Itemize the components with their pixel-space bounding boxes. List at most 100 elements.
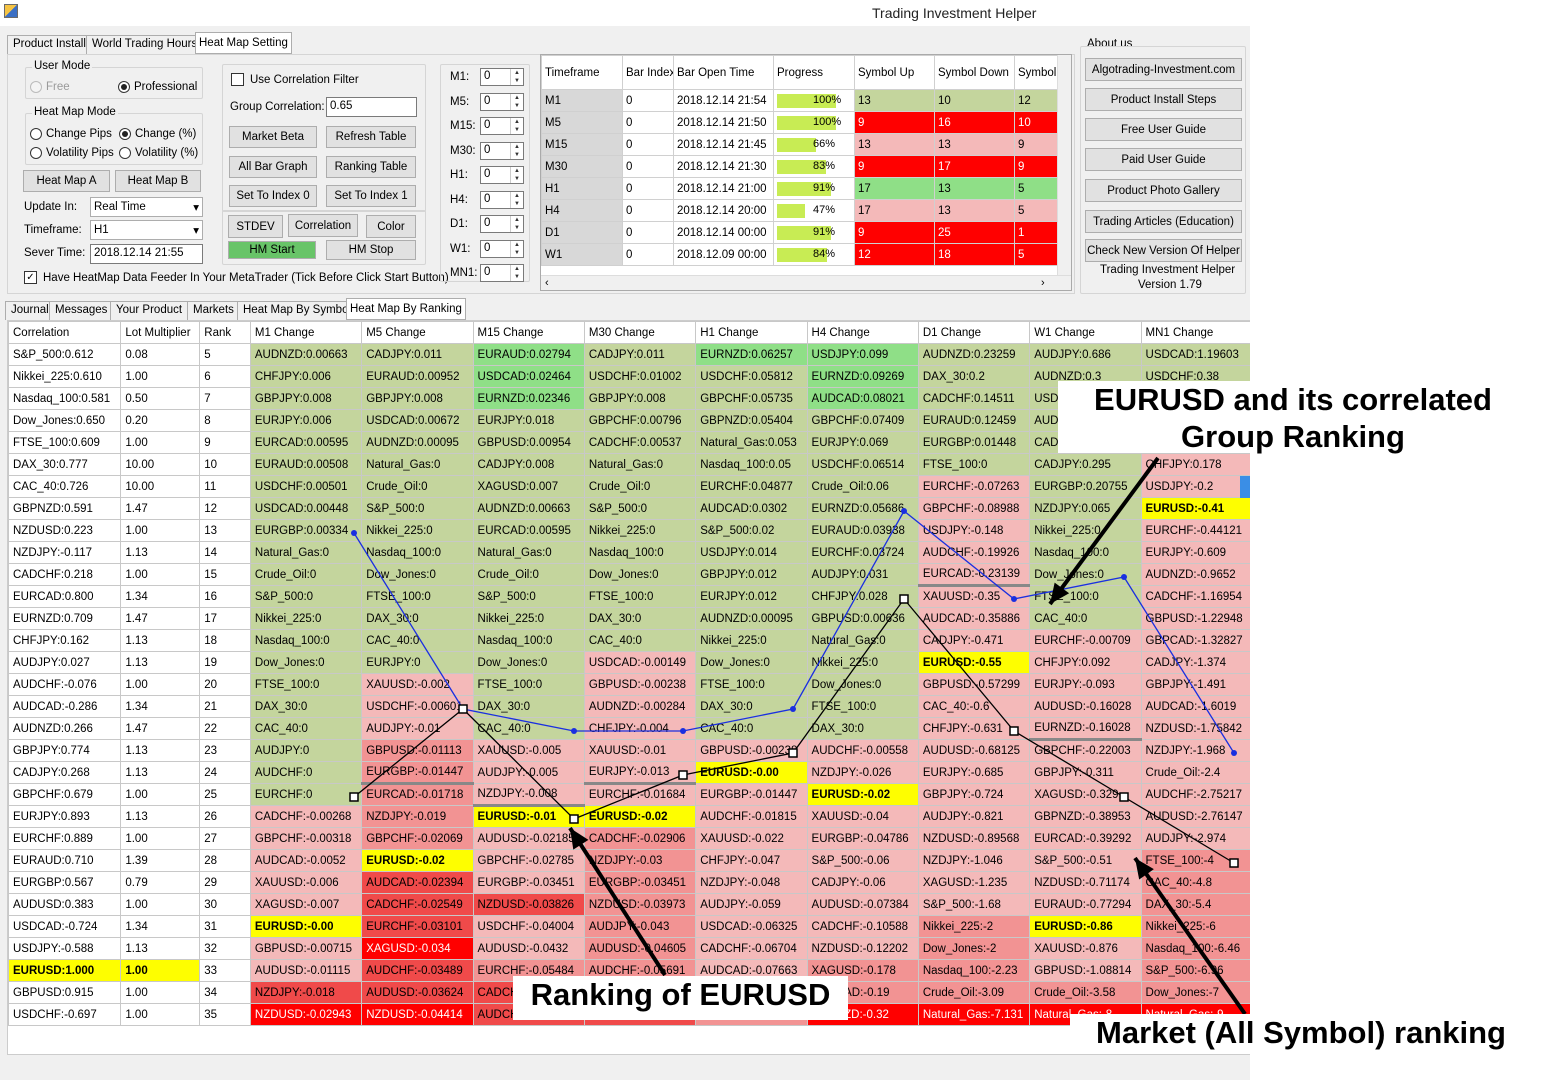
ranking-row[interactable]: CHFJPY:0.162 1.13 18 Nasdaq_100:0 CAC_40:0 Na… — [7, 629, 1250, 652]
tf-row[interactable]: H1 0 2018.12.14 21:00 91% 17 13 5 — [541, 177, 1058, 200]
ranking-row[interactable]: CAC_40:0.726 10.00 11 USDCHF:0.00501 Crude_O… — [7, 475, 1250, 498]
index-spinner[interactable]: 0 ▲ ▼ — [480, 239, 524, 258]
spinner-arrows-icon[interactable]: ▲ ▼ — [510, 93, 523, 110]
ranking-row[interactable]: AUDUSD:0.383 1.00 30 XAGUSD:-0.007 CADCHF:-0… — [7, 893, 1250, 916]
scroll-left-icon[interactable]: ‹ — [545, 277, 549, 289]
grid-header[interactable]: Rank — [199, 321, 251, 344]
ranking-row[interactable]: GBPCHF:0.679 1.00 25 EURCHF:0 EURCAD:-0.0171… — [7, 783, 1250, 807]
grid-scroll-marker[interactable] — [1240, 476, 1250, 498]
tf-header[interactable]: Progress — [773, 55, 855, 90]
tf-header[interactable]: Symbol Up — [854, 55, 935, 90]
spinner-arrows-icon[interactable]: ▲ ▼ — [510, 265, 523, 281]
ranking-row[interactable]: USDCAD:-0.724 1.34 31 EURUSD:-0.00 EURCHF:-0… — [7, 915, 1250, 938]
change-pips-radio[interactable]: Change Pips — [30, 128, 112, 140]
ranking-row[interactable]: GBPNZD:0.591 1.47 12 USDCAD:0.00448 S&P_500:… — [7, 497, 1250, 520]
ranking-row[interactable]: EURAUD:0.710 1.39 28 AUDCAD:-0.0052 EURUSD:-… — [7, 849, 1250, 872]
tf-header[interactable]: Timeframe — [541, 55, 623, 90]
index-spinner[interactable]: 0 ▲ ▼ — [480, 92, 524, 111]
tf-row[interactable]: D1 0 2018.12.14 00:00 91% 9 25 1 — [541, 221, 1058, 244]
stdev-button[interactable]: STDEV — [228, 215, 283, 238]
bottom-tab[interactable]: Heat Map By Ranking — [346, 298, 466, 320]
index-spinner[interactable]: 0 ▲ ▼ — [480, 68, 524, 86]
ranking-row[interactable]: AUDCHF:-0.076 1.00 20 FTSE_100:0 XAUUSD:-0.0… — [7, 673, 1250, 696]
ranking-row[interactable]: AUDJPY:0.027 1.13 19 Dow_Jones:0 EURJPY:0 Dow… — [7, 651, 1250, 674]
tf-row[interactable]: M1 0 2018.12.14 21:54 100% 13 10 12 — [541, 89, 1058, 112]
ranking-row[interactable]: NZDJPY:-0.117 1.13 14 Natural_Gas:0 Nasdaq_1… — [7, 541, 1250, 564]
spinner-arrows-icon[interactable]: ▲ ▼ — [510, 142, 523, 159]
volatility-pct-radio[interactable]: Volatility (%) — [119, 147, 198, 159]
tab-heat-map-setting[interactable]: Heat Map Setting — [195, 32, 292, 54]
about-link-button[interactable]: Free User Guide — [1085, 118, 1242, 141]
spinner-arrows-icon[interactable]: ▲ ▼ — [510, 69, 523, 85]
tf-header[interactable]: Bar Open Time — [673, 55, 774, 90]
tab-world-trading-hours[interactable]: World Trading Hours — [86, 35, 204, 54]
spinner-arrows-icon[interactable]: ▲ ▼ — [510, 167, 523, 183]
market-beta-button[interactable]: Market Beta — [229, 126, 317, 148]
bottom-tab[interactable]: Markets — [187, 301, 240, 320]
ranking-row[interactable]: S&P_500:0.612 0.08 5 AUDNZD:0.00663 CADJPY:0… — [7, 343, 1250, 366]
change-pct-radio[interactable]: Change (%) — [119, 128, 196, 140]
tab-product-install[interactable]: Product Install — [7, 35, 92, 54]
free-radio[interactable]: Free — [30, 81, 70, 93]
index-spinner[interactable]: 0 ▲ ▼ — [480, 215, 524, 233]
grid-header[interactable]: H1 Change — [695, 321, 808, 344]
set-index-1-button[interactable]: Set To Index 1 — [326, 185, 416, 207]
tf-header[interactable]: Bar Index — [622, 55, 674, 90]
use-correlation-filter-checkbox[interactable]: Use Correlation Filter — [231, 73, 359, 86]
hm-start-button[interactable]: HM Start — [228, 241, 316, 259]
ranking-row[interactable]: EURCHF:0.889 1.00 27 GBPCHF:-0.00318 GBPCHF:… — [7, 827, 1250, 850]
ranking-row[interactable]: CADCHF:0.218 1.00 15 Crude_Oil:0 Dow_Jones:0… — [7, 563, 1250, 587]
tf-row[interactable]: M30 0 2018.12.14 21:30 83% 9 17 9 — [541, 155, 1058, 178]
grid-header[interactable]: W1 Change — [1029, 321, 1142, 344]
tf-vertical-scrollbar[interactable] — [1057, 55, 1071, 275]
about-link-button[interactable]: Algotrading-Investment.com — [1085, 58, 1242, 81]
about-link-button[interactable]: Product Install Steps — [1085, 88, 1242, 111]
ranking-row[interactable]: EURCAD:0.800 1.34 16 S&P_500:0 FTSE_100:0 S&P… — [7, 585, 1250, 608]
tf-header[interactable]: Symbol Down — [934, 55, 1015, 90]
spinner-arrows-icon[interactable]: ▲ ▼ — [510, 240, 523, 257]
heat-map-a-button[interactable]: Heat Map A — [23, 170, 110, 192]
about-link-button[interactable]: Check New Version Of Helper — [1085, 239, 1242, 262]
ranking-row[interactable]: AUDNZD:0.266 1.47 22 CAC_40:0 AUDJPY:-0.01 CA… — [7, 717, 1250, 741]
update-in-select[interactable]: Real Time ▾ — [90, 197, 203, 217]
heat-map-b-button[interactable]: Heat Map B — [115, 170, 201, 192]
bottom-tab[interactable]: Journal — [5, 301, 55, 320]
ranking-row[interactable]: NZDUSD:0.223 1.00 13 EURGBP:0.00334 Nikkei_2… — [7, 519, 1250, 542]
refresh-table-button[interactable]: Refresh Table — [326, 126, 416, 148]
spinner-arrows-icon[interactable]: ▲ ▼ — [510, 191, 523, 208]
grid-header[interactable]: H4 Change — [806, 321, 919, 344]
spinner-arrows-icon[interactable]: ▲ ▼ — [510, 118, 523, 134]
tf-row[interactable]: H4 0 2018.12.14 20:00 47% 17 13 5 — [541, 199, 1058, 222]
ranking-table-button[interactable]: Ranking Table — [326, 156, 416, 178]
index-spinner[interactable]: 0 ▲ ▼ — [480, 166, 524, 184]
ranking-row[interactable]: EURNZD:0.709 1.47 17 Nikkei_225:0 DAX_30:0 Ni… — [7, 607, 1250, 630]
grid-header[interactable]: D1 Change — [917, 321, 1031, 344]
grid-header[interactable]: M30 Change — [583, 321, 697, 344]
index-spinner[interactable]: 0 ▲ ▼ — [480, 117, 524, 135]
spinner-arrows-icon[interactable]: ▲ ▼ — [510, 216, 523, 232]
bottom-tab[interactable]: Your Product — [110, 301, 189, 320]
group-correlation-field[interactable]: 0.65 — [326, 97, 417, 117]
grid-header[interactable]: Lot Multiplier — [120, 321, 201, 344]
professional-radio[interactable]: Professional — [118, 81, 197, 93]
about-link-button[interactable]: Trading Articles (Education) — [1085, 210, 1242, 233]
index-spinner[interactable]: 0 ▲ ▼ — [480, 141, 524, 160]
set-index-0-button[interactable]: Set To Index 0 — [229, 185, 317, 207]
about-link-button[interactable]: Paid User Guide — [1085, 148, 1242, 171]
color-button[interactable]: Color — [366, 215, 416, 238]
all-bar-graph-button[interactable]: All Bar Graph — [229, 156, 317, 178]
bottom-tab[interactable]: Messages — [49, 301, 114, 320]
tf-row[interactable]: W1 0 2018.12.09 00:00 84% 12 18 5 — [541, 243, 1058, 266]
bottom-tab[interactable]: Heat Map By Symbol — [237, 301, 358, 320]
grid-header[interactable]: M15 Change — [472, 321, 585, 344]
about-link-button[interactable]: Product Photo Gallery — [1085, 179, 1242, 202]
ranking-row[interactable]: CADJPY:0.268 1.13 24 AUDCHF:0 EURGBP:-0.0144… — [7, 761, 1250, 785]
volatility-pips-radio[interactable]: Volatility Pips — [30, 147, 114, 159]
timeframe-select[interactable]: H1 ▾ — [90, 220, 203, 240]
grid-header[interactable]: MN1 Change — [1140, 321, 1250, 344]
hm-stop-button[interactable]: HM Stop — [326, 240, 416, 260]
tf-row[interactable]: M5 0 2018.12.14 21:50 100% 9 16 10 — [541, 111, 1058, 134]
grid-header[interactable]: Correlation — [7, 321, 122, 344]
ranking-row[interactable]: EURGBP:0.567 0.79 29 XAUUSD:-0.006 AUDCAD:-0… — [7, 871, 1250, 894]
grid-header[interactable]: M5 Change — [361, 321, 474, 344]
